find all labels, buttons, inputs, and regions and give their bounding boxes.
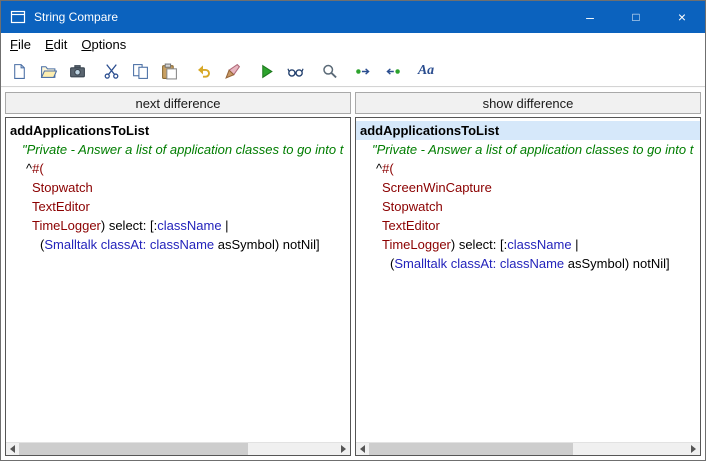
spectacles-icon[interactable] [283,59,307,83]
search-icon[interactable] [317,59,341,83]
code-line: ^#( [356,159,700,178]
close-button[interactable]: × [659,1,705,33]
code-line: ScreenWinCapture [356,178,700,197]
next-difference-button[interactable]: next difference [5,92,351,114]
window-controls: – □ × [567,1,705,33]
menu-item-options[interactable]: Options [74,34,133,55]
code-line: ^#( [6,159,350,178]
cut-icon[interactable] [99,59,123,83]
code-line: (Smalltalk classAt: className asSymbol) … [6,235,350,254]
run-icon[interactable] [254,59,278,83]
undo-icon[interactable] [191,59,215,83]
code-line: addApplicationsToList [6,121,350,140]
left-code-pane[interactable]: addApplicationsToList"Private - Answer a… [5,117,351,456]
scroll-left-arrow[interactable] [6,443,19,455]
code-line: addApplicationsToList [356,121,700,140]
app-window: String Compare – □ × FileEditOptions [0,0,706,461]
title-bar: String Compare – □ × [1,1,705,33]
code-line: Stopwatch [6,178,350,197]
paste-icon[interactable] [157,59,181,83]
diff-previous-icon[interactable] [351,59,375,83]
scroll-track[interactable] [19,443,337,455]
show-difference-button[interactable]: show difference [355,92,701,114]
scroll-thumb[interactable] [19,443,248,455]
scroll-thumb[interactable] [369,443,573,455]
minimize-button[interactable]: – [567,1,613,33]
diff-next-icon[interactable] [380,59,404,83]
menu-bar: FileEditOptions [1,33,705,56]
code-line: (Smalltalk classAt: className asSymbol) … [356,254,700,273]
right-code-pane[interactable]: addApplicationsToList"Private - Answer a… [355,117,701,456]
code-line: Stopwatch [356,197,700,216]
pen-icon[interactable] [220,59,244,83]
code-line: "Private - Answer a list of application … [356,140,700,159]
font-case-icon[interactable]: Aa [414,59,438,83]
window-title: String Compare [34,10,567,24]
code-line: TimeLogger) select: [:className | [6,216,350,235]
code-line: TextEditor [6,197,350,216]
right-code-text: addApplicationsToList"Private - Answer a… [356,118,700,273]
menu-item-file[interactable]: File [3,34,38,55]
copy-icon[interactable] [128,59,152,83]
left-code-text: addApplicationsToList"Private - Answer a… [6,118,350,254]
maximize-button[interactable]: □ [613,1,659,33]
camera-icon[interactable] [65,59,89,83]
scroll-right-arrow[interactable] [687,443,700,455]
menu-item-edit[interactable]: Edit [38,34,74,55]
app-icon [10,9,26,25]
code-line: TextEditor [356,216,700,235]
scroll-track[interactable] [369,443,687,455]
right-horizontal-scrollbar[interactable] [356,442,700,455]
new-document-icon[interactable] [7,59,31,83]
scroll-left-arrow[interactable] [356,443,369,455]
code-line: "Private - Answer a list of application … [6,140,350,159]
compare-area: next difference show difference addAppli… [1,88,705,460]
open-folder-icon[interactable] [36,59,60,83]
code-line: TimeLogger) select: [:className | [356,235,700,254]
toolbar: Aa [1,56,705,86]
scroll-right-arrow[interactable] [337,443,350,455]
font-case-label: Aa [418,63,434,79]
left-horizontal-scrollbar[interactable] [6,442,350,455]
